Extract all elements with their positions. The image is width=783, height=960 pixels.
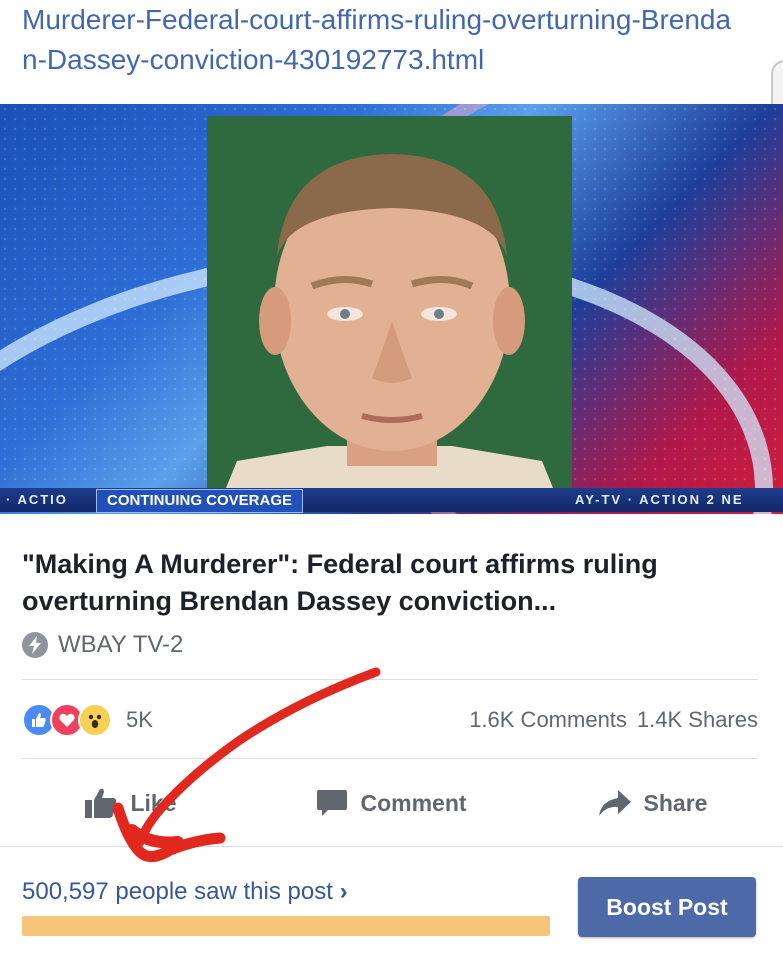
reach-text: 500,597 people saw this post [22, 878, 333, 905]
mugshot-photo [207, 116, 572, 510]
chevron-right-icon: › [339, 878, 348, 905]
wow-reaction-icon [78, 703, 112, 737]
comment-button[interactable]: Comment [261, 788, 522, 818]
reactions-count[interactable]: 5K [126, 707, 153, 733]
reach-link[interactable]: 500,597 people saw this post › [22, 876, 348, 908]
comment-label: Comment [360, 789, 467, 816]
share-arrow-icon [598, 790, 631, 816]
ticker-text-left: · ACTIO [6, 492, 68, 507]
share-label: Share [643, 789, 708, 816]
divider [22, 758, 758, 759]
reactions-row[interactable]: 5K 1.6K Comments 1.4K Shares [22, 700, 758, 740]
post-headline[interactable]: "Making A Murderer": Federal court affir… [22, 546, 742, 620]
share-button[interactable]: Share [522, 789, 783, 817]
post-insights-row: 500,597 people saw this post › Boost Pos… [22, 876, 762, 940]
link-url[interactable]: Murderer-Federal-court-affirms-ruling-ov… [22, 0, 742, 80]
coverage-banner: CONTINUING COVERAGE [96, 489, 304, 513]
thumbs-up-icon [85, 788, 117, 818]
reach-progress-bar [22, 916, 550, 936]
boost-post-button[interactable]: Boost Post [578, 877, 756, 937]
post-action-bar: Like Comment Share [0, 772, 783, 834]
ticker-text-right: AY-TV · ACTION 2 NE [575, 492, 744, 507]
source-name: WBAY TV-2 [58, 631, 184, 658]
source-row[interactable]: WBAY TV-2 [22, 630, 183, 660]
like-label: Like [130, 789, 177, 816]
comments-count[interactable]: 1.6K Comments [469, 707, 627, 733]
divider [22, 679, 758, 680]
divider [0, 846, 783, 847]
comment-bubble-icon [317, 790, 348, 816]
shares-count[interactable]: 1.4K Shares [637, 707, 758, 733]
like-button[interactable]: Like [0, 787, 261, 819]
instant-article-bolt-icon [22, 632, 48, 658]
